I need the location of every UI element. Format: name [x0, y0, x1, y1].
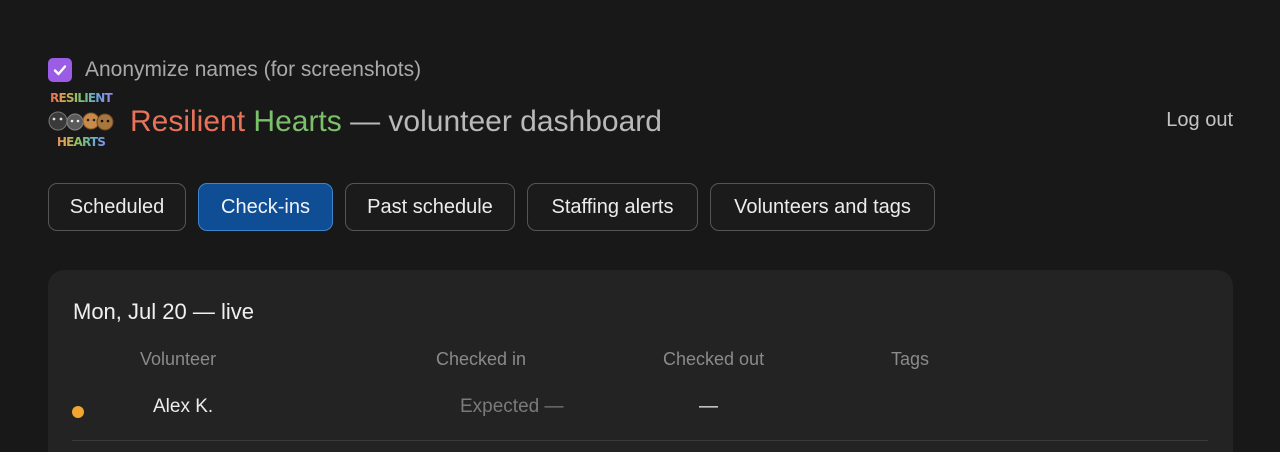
page-title: Resilient Hearts — volunteer dashboard: [130, 105, 662, 139]
tab-bar: Scheduled Check-ins Past schedule Staffi…: [48, 183, 935, 231]
title-brand-hearts: Hearts: [253, 105, 342, 138]
tab-check-ins[interactable]: Check-ins: [198, 183, 333, 231]
anonymize-label[interactable]: Anonymize names (for screenshots): [85, 58, 421, 82]
column-header-checked-out: Checked out: [663, 349, 765, 369]
header: RESILIENT HEARTS Resilient Hearts — volu…: [48, 90, 1233, 154]
logout-button[interactable]: Log out: [1166, 109, 1233, 132]
table-row[interactable]: Alex K. Expected — —: [72, 388, 1208, 441]
title-brand-resilient: Resilient: [130, 105, 246, 138]
tab-staffing-alerts[interactable]: Staffing alerts: [527, 183, 698, 231]
tab-past-schedule[interactable]: Past schedule: [345, 183, 515, 231]
checkins-date-title: Mon, Jul 20 — live: [73, 299, 254, 324]
checkins-card: Mon, Jul 20 — live Volunteer Checked in …: [48, 270, 1233, 452]
column-header-checked-in: Checked in: [436, 349, 527, 369]
status-dot-icon: [72, 406, 84, 418]
tab-volunteers-and-tags[interactable]: Volunteers and tags: [710, 183, 935, 231]
animal-faces-icon: [48, 111, 114, 131]
logo-top-text: RESILIENT: [48, 91, 114, 105]
checked-out-value: —: [699, 396, 718, 417]
column-header-volunteer: Volunteer: [140, 349, 217, 369]
logo-bottom-text: HEARTS: [48, 135, 114, 149]
anonymize-row: Anonymize names (for screenshots): [48, 57, 421, 83]
checked-in-value: Expected —: [460, 396, 564, 417]
checkmark-icon: [53, 65, 67, 76]
volunteer-name: Alex K.: [153, 396, 214, 417]
resilient-hearts-logo: RESILIENT HEARTS: [48, 90, 114, 154]
tab-scheduled[interactable]: Scheduled: [48, 183, 186, 231]
dashboard-page: Anonymize names (for screenshots) RESILI…: [0, 0, 1280, 452]
title-rest: — volunteer dashboard: [341, 105, 662, 138]
column-header-tags: Tags: [891, 349, 930, 369]
anonymize-checkbox[interactable]: [48, 58, 72, 82]
